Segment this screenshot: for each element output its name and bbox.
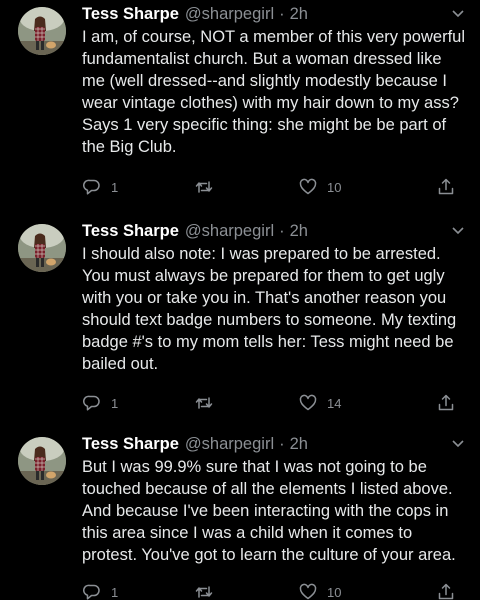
avatar-photo bbox=[18, 437, 66, 485]
tweet-actions: 1 14 bbox=[82, 392, 466, 414]
tweet-text-line: me (well dressed--and slightly modestly … bbox=[82, 72, 447, 90]
chevron-down-icon[interactable] bbox=[450, 435, 466, 451]
reply-button[interactable]: 1 bbox=[82, 581, 118, 600]
separator: · bbox=[279, 4, 285, 23]
tweet-text-line: the Big Club. bbox=[82, 138, 177, 156]
tweet-text-line: But I was 99.9% sure that I was not goin… bbox=[82, 458, 427, 476]
tweet-text-line: I am, of course, NOT a member of this ve… bbox=[82, 28, 465, 46]
avatar[interactable] bbox=[18, 224, 66, 272]
avatar-photo bbox=[18, 224, 66, 272]
reply-icon bbox=[83, 395, 100, 411]
author-handle[interactable]: @sharpegirl bbox=[185, 5, 274, 24]
tweet-content: Tess Sharpe @sharpegirl · 2h I should al… bbox=[82, 220, 466, 375]
tweet-text-line: And because I've been interacting with t… bbox=[82, 502, 449, 520]
retweet-button[interactable] bbox=[194, 392, 223, 414]
author-handle[interactable]: @sharpegirl bbox=[185, 222, 274, 241]
tweet-header: Tess Sharpe @sharpegirl · 2h bbox=[82, 433, 466, 455]
reply-button[interactable]: 1 bbox=[82, 176, 118, 198]
like-count: 10 bbox=[327, 584, 342, 600]
share-icon bbox=[438, 583, 454, 600]
retweet-icon bbox=[195, 181, 213, 193]
tweet-actions: 1 10 bbox=[82, 176, 466, 198]
reply-icon bbox=[83, 179, 100, 195]
retweet-button[interactable] bbox=[194, 581, 223, 600]
chevron-down-icon[interactable] bbox=[450, 5, 466, 21]
share-icon bbox=[438, 178, 454, 195]
share-button[interactable] bbox=[436, 176, 456, 198]
tweet-text-line: this area since I was a child when it co… bbox=[82, 524, 413, 542]
retweet-icon bbox=[195, 586, 213, 598]
tweet-text: But I was 99.9% sure that I was not goin… bbox=[82, 456, 466, 566]
timestamp[interactable]: 2h bbox=[290, 435, 308, 454]
tweet-text-line: You must always be prepared for them to … bbox=[82, 267, 445, 285]
tweet-header: Tess Sharpe @sharpegirl · 2h bbox=[82, 3, 466, 25]
timestamp[interactable]: 2h bbox=[290, 5, 308, 24]
retweet-icon bbox=[195, 397, 213, 409]
tweet-text-line: should text badge numbers to someone. My… bbox=[82, 311, 457, 329]
tweet-text-line: I should also note: I was prepared to be… bbox=[82, 245, 441, 263]
tweet-actions: 1 10 bbox=[82, 581, 466, 600]
like-button[interactable]: 10 bbox=[298, 176, 341, 198]
tweet[interactable]: Tess Sharpe @sharpegirl · 2h But I was 9… bbox=[0, 433, 480, 600]
avatar[interactable] bbox=[18, 437, 66, 485]
tweet-text-line: protest. You've got to learn the culture… bbox=[82, 546, 456, 564]
tweet-text-line: with you or take you in. That's another … bbox=[82, 289, 447, 307]
like-button[interactable]: 14 bbox=[298, 392, 341, 414]
heart-icon bbox=[299, 394, 317, 411]
share-button[interactable] bbox=[436, 392, 456, 414]
tweet-text: I should also note: I was prepared to be… bbox=[82, 243, 466, 375]
heart-icon bbox=[299, 178, 317, 195]
tweet-text-line: bailed out. bbox=[82, 355, 159, 373]
tweet-text: I am, of course, NOT a member of this ve… bbox=[82, 26, 466, 158]
tweet-text-line: badge #'s to my mom tells her: Tess migh… bbox=[82, 333, 454, 351]
reply-button[interactable]: 1 bbox=[82, 392, 118, 414]
like-button[interactable]: 10 bbox=[298, 581, 341, 600]
like-count: 14 bbox=[327, 395, 342, 411]
reply-count: 1 bbox=[111, 395, 119, 411]
avatar-photo bbox=[18, 7, 66, 55]
author-name[interactable]: Tess Sharpe bbox=[82, 435, 179, 454]
tweet-text-line: wear vintage clothes) with my hair down … bbox=[82, 94, 459, 112]
heart-icon bbox=[299, 583, 317, 600]
share-icon bbox=[438, 394, 454, 411]
tweet-text-line: Says 1 very specific thing: she might be… bbox=[82, 116, 447, 134]
author-handle[interactable]: @sharpegirl bbox=[185, 435, 274, 454]
timestamp[interactable]: 2h bbox=[290, 222, 308, 241]
separator: · bbox=[279, 434, 285, 453]
tweet-text-line: fundamentalist church. But a woman dress… bbox=[82, 50, 442, 68]
like-count: 10 bbox=[327, 179, 342, 195]
separator: · bbox=[279, 221, 285, 240]
chevron-down-icon[interactable] bbox=[450, 222, 466, 238]
tweet-content: Tess Sharpe @sharpegirl · 2h I am, of co… bbox=[82, 3, 466, 158]
tweet-content: Tess Sharpe @sharpegirl · 2h But I was 9… bbox=[82, 433, 466, 566]
avatar[interactable] bbox=[18, 7, 66, 55]
retweet-button[interactable] bbox=[194, 176, 223, 198]
tweet-header: Tess Sharpe @sharpegirl · 2h bbox=[82, 220, 466, 242]
tweet[interactable]: Tess Sharpe @sharpegirl · 2h I am, of co… bbox=[0, 3, 480, 203]
author-name[interactable]: Tess Sharpe bbox=[82, 222, 179, 241]
reply-count: 1 bbox=[111, 584, 119, 600]
tweet[interactable]: Tess Sharpe @sharpegirl · 2h I should al… bbox=[0, 220, 480, 420]
reply-icon bbox=[83, 584, 100, 600]
author-name[interactable]: Tess Sharpe bbox=[82, 5, 179, 24]
reply-count: 1 bbox=[111, 179, 119, 195]
share-button[interactable] bbox=[436, 581, 456, 600]
tweet-text-line: touched because of all the elements I li… bbox=[82, 480, 453, 498]
